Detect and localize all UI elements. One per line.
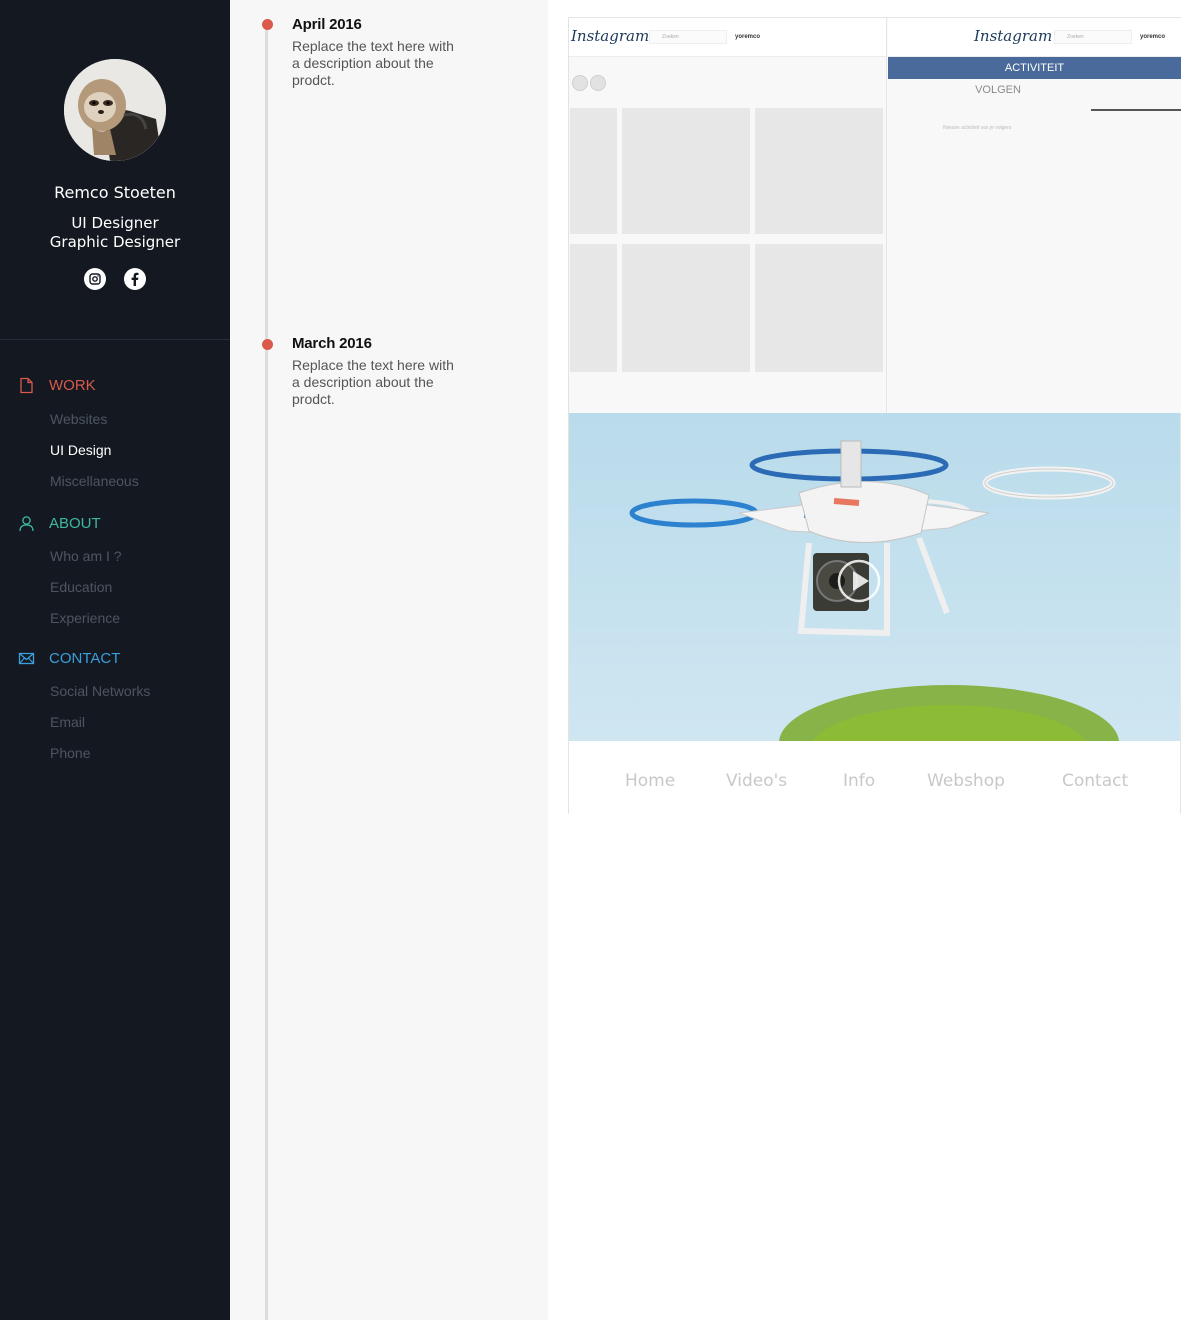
timeline-date: April 2016 bbox=[292, 16, 362, 33]
instagram-logo: Instagram bbox=[974, 27, 1053, 45]
nav-item-miscellaneous[interactable]: Miscellaneous bbox=[50, 473, 139, 489]
instagram-search: Zoeken bbox=[1054, 30, 1132, 44]
timeline-date: March 2016 bbox=[292, 335, 372, 352]
instagram-avatar bbox=[590, 75, 606, 91]
timeline-dot bbox=[262, 19, 273, 30]
nav-section-label: CONTACT bbox=[49, 650, 121, 667]
site-nav-webshop[interactable]: Webshop bbox=[927, 771, 1005, 791]
site-nav-videos[interactable]: Video's bbox=[726, 771, 787, 791]
instagram-tab-underline bbox=[1091, 109, 1181, 111]
instagram-photo-tile bbox=[570, 108, 617, 234]
instagram-username: yoremco bbox=[1140, 34, 1166, 40]
timeline-dot bbox=[262, 339, 273, 350]
nav-section-work[interactable]: WORK bbox=[18, 377, 96, 394]
instagram-header: Instagram Zoeken yoremco bbox=[569, 18, 886, 57]
nav-item-email[interactable]: Email bbox=[50, 714, 85, 730]
instagram-avatar bbox=[572, 75, 588, 91]
project-preview[interactable]: Instagram Zoeken yoremco Instagram Zoeke… bbox=[568, 17, 1181, 814]
nav-item-who-am-i[interactable]: Who am I ? bbox=[50, 548, 122, 564]
instagram-notice: Nieuwe activiteit van je volgers bbox=[943, 125, 1012, 131]
nav-section-label: ABOUT bbox=[49, 515, 101, 532]
envelope-icon bbox=[18, 652, 35, 665]
site-nav-contact[interactable]: Contact bbox=[1062, 771, 1128, 791]
nav-item-experience[interactable]: Experience bbox=[50, 610, 120, 626]
timeline-description: Replace the text here with a description… bbox=[292, 357, 454, 407]
instagram-username: yoremco bbox=[735, 34, 761, 40]
sloth-photo bbox=[64, 59, 166, 161]
timeline-line bbox=[265, 24, 268, 1320]
document-icon bbox=[20, 377, 33, 394]
sidebar: Remco Stoeten UI Designer Graphic Design… bbox=[0, 0, 230, 1320]
site-nav-info[interactable]: Info bbox=[843, 771, 875, 791]
instagram-header: Instagram Zoeken yoremco bbox=[888, 18, 1181, 57]
drone-hero-image bbox=[569, 413, 1180, 741]
nav-item-phone[interactable]: Phone bbox=[50, 745, 90, 761]
nav-section-label: WORK bbox=[49, 377, 96, 394]
nav-item-social-networks[interactable]: Social Networks bbox=[50, 683, 150, 699]
instagram-icon bbox=[89, 273, 101, 285]
instagram-photo-tile bbox=[755, 108, 883, 234]
drone-site-nav: Home Video's Info Webshop Contact bbox=[569, 741, 1180, 814]
instagram-search: Zoeken bbox=[649, 30, 727, 44]
instagram-logo: Instagram bbox=[571, 27, 650, 45]
profile-role-primary: UI Designer bbox=[71, 214, 159, 232]
instagram-photo-tile bbox=[755, 244, 883, 372]
instagram-activity-mockup: Instagram Zoeken yoremco ACTIVITEIT VOLG… bbox=[888, 18, 1181, 413]
facebook-link[interactable] bbox=[124, 268, 146, 290]
drone-illustration bbox=[569, 413, 1180, 741]
timeline-description: Replace the text here with a description… bbox=[292, 38, 454, 88]
avatar bbox=[64, 59, 166, 161]
instagram-profile-mockup: Instagram Zoeken yoremco bbox=[569, 18, 887, 413]
nav-item-websites[interactable]: Websites bbox=[50, 411, 107, 427]
nav-item-education[interactable]: Education bbox=[50, 579, 112, 595]
facebook-icon bbox=[131, 272, 139, 286]
user-icon bbox=[19, 516, 34, 532]
instagram-tab-activity: ACTIVITEIT bbox=[888, 57, 1181, 79]
profile-name: Remco Stoeten bbox=[54, 183, 176, 202]
nav-section-contact[interactable]: CONTACT bbox=[18, 650, 120, 667]
timeline-column bbox=[230, 0, 548, 1320]
instagram-photo-tile bbox=[570, 244, 617, 372]
nav-item-ui-design[interactable]: UI Design bbox=[50, 442, 111, 458]
nav-section-about[interactable]: ABOUT bbox=[18, 515, 101, 532]
sidebar-divider bbox=[0, 339, 230, 340]
instagram-link[interactable] bbox=[84, 268, 106, 290]
instagram-tab-following: VOLGEN bbox=[975, 84, 1021, 96]
profile-role-secondary: Graphic Designer bbox=[49, 233, 181, 251]
instagram-photo-tile bbox=[622, 108, 750, 234]
site-nav-home[interactable]: Home bbox=[625, 771, 675, 791]
instagram-photo-tile bbox=[622, 244, 750, 372]
